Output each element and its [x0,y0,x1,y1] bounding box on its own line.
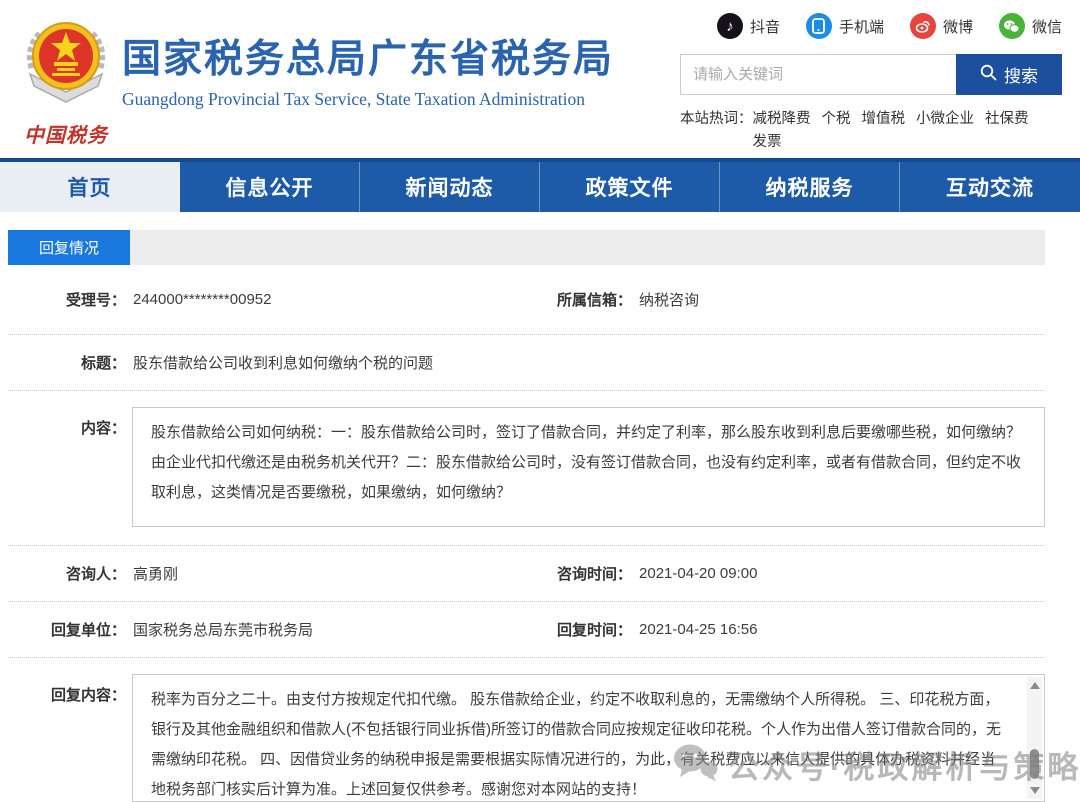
nav-tab-tax-services[interactable]: 纳税服务 [720,162,900,212]
china-tax-emblem-icon [18,99,114,116]
scrollbar-thumb[interactable] [1030,749,1039,779]
hotword-link[interactable]: 增值税 [862,108,906,131]
main-nav: 首页 信息公开 新闻动态 政策文件 纳税服务 互动交流 [0,158,1080,212]
scrollbar-track[interactable] [1030,689,1039,787]
site-title: 国家税务总局广东省税务局 [122,38,614,83]
nav-tab-interaction[interactable]: 互动交流 [900,162,1080,212]
social-label: 微信 [1032,16,1062,37]
header-right: ♪ 抖音 手机端 微博 微信 [680,13,1062,154]
hotword-link[interactable]: 减税降费 [753,108,811,131]
reply-detail: 受理号： 244000********00952 所属信箱： 纳税咨询 标题： … [8,265,1045,802]
social-link-mobile[interactable]: 手机端 [806,13,884,39]
mailbox-label: 所属信箱： [557,289,632,310]
tab-reply-status[interactable]: 回复情况 [8,230,130,265]
social-link-wechat[interactable]: 微信 [999,13,1062,39]
mobile-icon [806,13,832,39]
site-title-block: 国家税务总局广东省税务局 Guangdong Provincial Tax Se… [122,38,614,110]
content-row: 内容： 股东借款给公司如何纳税：一：股东借款给公司时，签订了借款合同，并约定了利… [8,391,1045,546]
hotwords-list: 减税降费 个税 增值税 小微企业 社保费 发票 [753,108,1063,154]
title-value: 股东借款给公司收到利息如何缴纳个税的问题 [133,352,433,373]
reply-content-box: 税率为百分之二十。由支付方按规定代扣代缴。 股东借款给企业，约定不收取利息的，无… [132,674,1045,802]
search-input[interactable] [680,54,956,95]
search-button-label: 搜索 [1004,62,1038,87]
reply-time-value: 2021-04-25 16:56 [639,621,757,638]
hotword-link[interactable]: 社保费 [985,108,1029,131]
site-header: 中国税务 国家税务总局广东省税务局 Guangdong Provincial T… [0,0,1080,158]
accept-no-row: 受理号： 244000********00952 所属信箱： 纳税咨询 [8,265,1045,335]
reply-content-text: 税率为百分之二十。由支付方按规定代扣代缴。 股东借款给企业，约定不收取利息的，无… [151,691,1001,798]
site-logo: 中国税务 [16,16,116,148]
scroll-up-icon[interactable] [1030,682,1040,689]
reply-time-pair: 回复时间： 2021-04-25 16:56 [557,619,757,640]
hotword-link[interactable]: 个税 [822,108,851,131]
consult-time-pair: 咨询时间： 2021-04-20 09:00 [557,563,757,584]
nav-tab-news[interactable]: 新闻动态 [360,162,540,212]
accept-no-value: 244000********00952 [133,291,271,308]
reply-org-row: 回复单位： 国家税务总局东莞市税务局 回复时间： 2021-04-25 16:5… [8,602,1045,658]
scroll-down-icon[interactable] [1030,787,1040,794]
title-row: 标题： 股东借款给公司收到利息如何缴纳个税的问题 [8,335,1045,391]
nav-tab-policy-documents[interactable]: 政策文件 [540,162,720,212]
search-button[interactable]: 搜索 [956,54,1062,95]
nav-tab-info-disclosure[interactable]: 信息公开 [180,162,360,212]
nav-tab-home[interactable]: 首页 [0,162,180,212]
mailbox-value: 纳税咨询 [639,289,699,310]
social-label: 手机端 [839,16,884,37]
reply-scrollbar[interactable] [1027,677,1042,799]
reply-org-label: 回复单位： [8,619,126,640]
accept-no-label: 受理号： [8,289,126,310]
logo-text: 中国税务 [16,119,116,148]
subnav-bar: 回复情况 [8,230,1045,265]
title-label: 标题： [8,352,126,373]
hotwords-label: 本站热词： [680,108,753,154]
social-link-weibo[interactable]: 微博 [910,13,973,39]
reply-org-value: 国家税务总局东莞市税务局 [133,619,313,640]
consult-time-value: 2021-04-20 09:00 [639,565,757,582]
consult-time-label: 咨询时间： [557,563,632,584]
site-subtitle: Guangdong Provincial Tax Service, State … [122,89,614,110]
content-box: 股东借款给公司如何纳税：一：股东借款给公司时，签订了借款合同，并约定了利率，那么… [132,407,1045,527]
reply-time-label: 回复时间： [557,619,632,640]
douyin-icon: ♪ [717,13,743,39]
consultant-label: 咨询人： [8,563,126,584]
social-label: 抖音 [750,16,780,37]
hotword-link[interactable]: 发票 [753,131,782,154]
mailbox-pair: 所属信箱： 纳税咨询 [557,289,699,310]
search-icon [980,64,997,86]
consultant-value: 高勇刚 [133,563,178,584]
consultant-row: 咨询人： 高勇刚 咨询时间： 2021-04-20 09:00 [8,546,1045,602]
wechat-icon [999,13,1025,39]
weibo-icon [910,13,936,39]
reply-content-label: 回复内容： [8,674,126,705]
reply-content-row: 回复内容： 税率为百分之二十。由支付方按规定代扣代缴。 股东借款给企业，约定不收… [8,658,1045,802]
content-label: 内容： [8,407,126,438]
search-bar: 搜索 [680,54,1062,95]
social-link-douyin[interactable]: ♪ 抖音 [717,13,780,39]
hotwords: 本站热词： 减税降费 个税 增值税 小微企业 社保费 发票 [680,108,1062,154]
social-links: ♪ 抖音 手机端 微博 微信 [680,13,1062,39]
hotword-link[interactable]: 小微企业 [916,108,974,131]
social-label: 微博 [943,16,973,37]
